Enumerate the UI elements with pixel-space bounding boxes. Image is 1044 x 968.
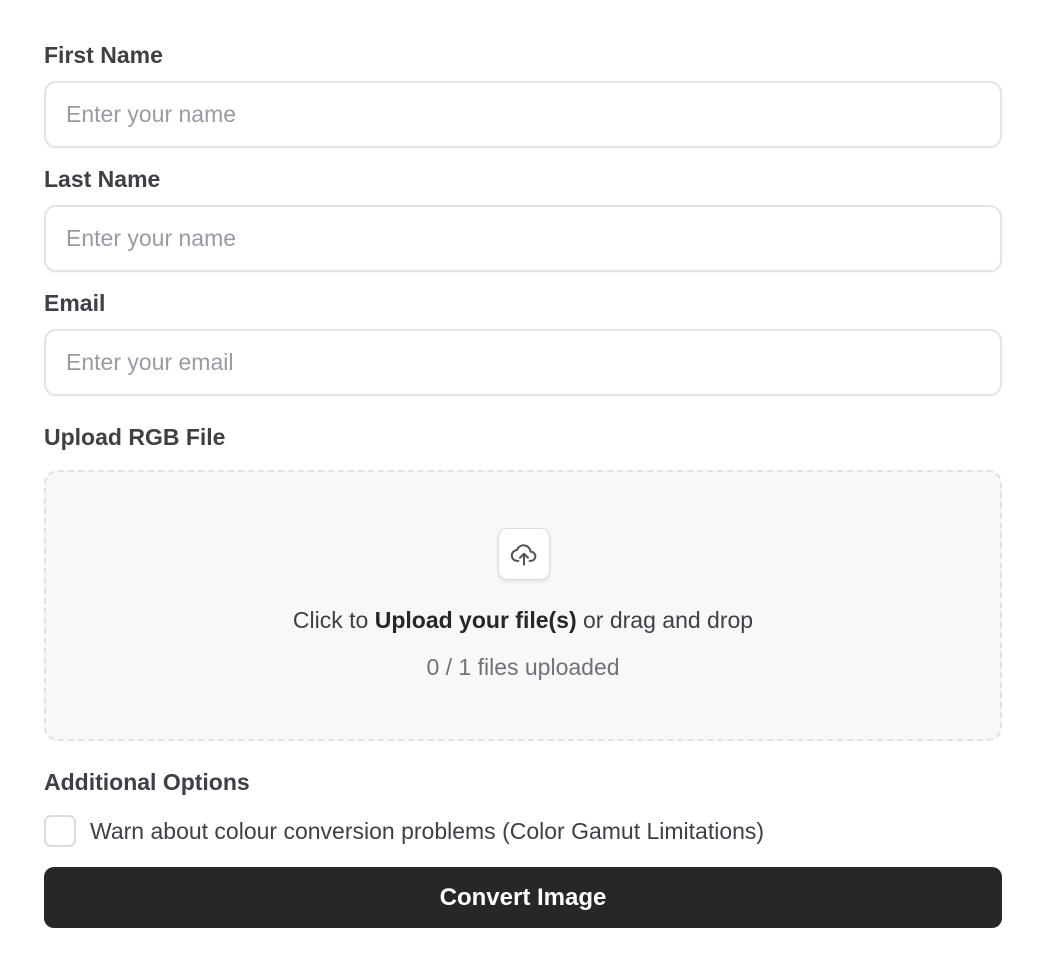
dropzone-prompt-suffix: or drag and drop: [576, 607, 754, 633]
file-dropzone[interactable]: Click to Upload your file(s) or drag and…: [44, 470, 1002, 741]
upload-status: 0 / 1 files uploaded: [426, 654, 620, 680]
first-name-input[interactable]: [44, 81, 1002, 148]
convert-image-button[interactable]: Convert Image: [44, 867, 1002, 928]
dropzone-prompt-emphasis[interactable]: Upload your file(s): [375, 607, 577, 633]
additional-options-heading: Additional Options: [44, 769, 250, 795]
dropzone-prompt-prefix: Click to: [292, 607, 375, 633]
email-label: Email: [44, 290, 106, 316]
email-input[interactable]: [44, 329, 1002, 396]
first-name-label: First Name: [44, 42, 163, 68]
upload-button[interactable]: [498, 528, 550, 580]
upload-label: Upload RGB File: [44, 424, 226, 450]
warn-gamut-label[interactable]: Warn about colour conversion problems (C…: [90, 816, 764, 846]
last-name-label: Last Name: [44, 166, 161, 192]
cloud-upload-icon: [510, 544, 537, 566]
warn-gamut-checkbox[interactable]: [44, 815, 76, 847]
dropzone-prompt: Click to Upload your file(s) or drag and…: [46, 605, 1000, 635]
last-name-input[interactable]: [44, 205, 1002, 272]
